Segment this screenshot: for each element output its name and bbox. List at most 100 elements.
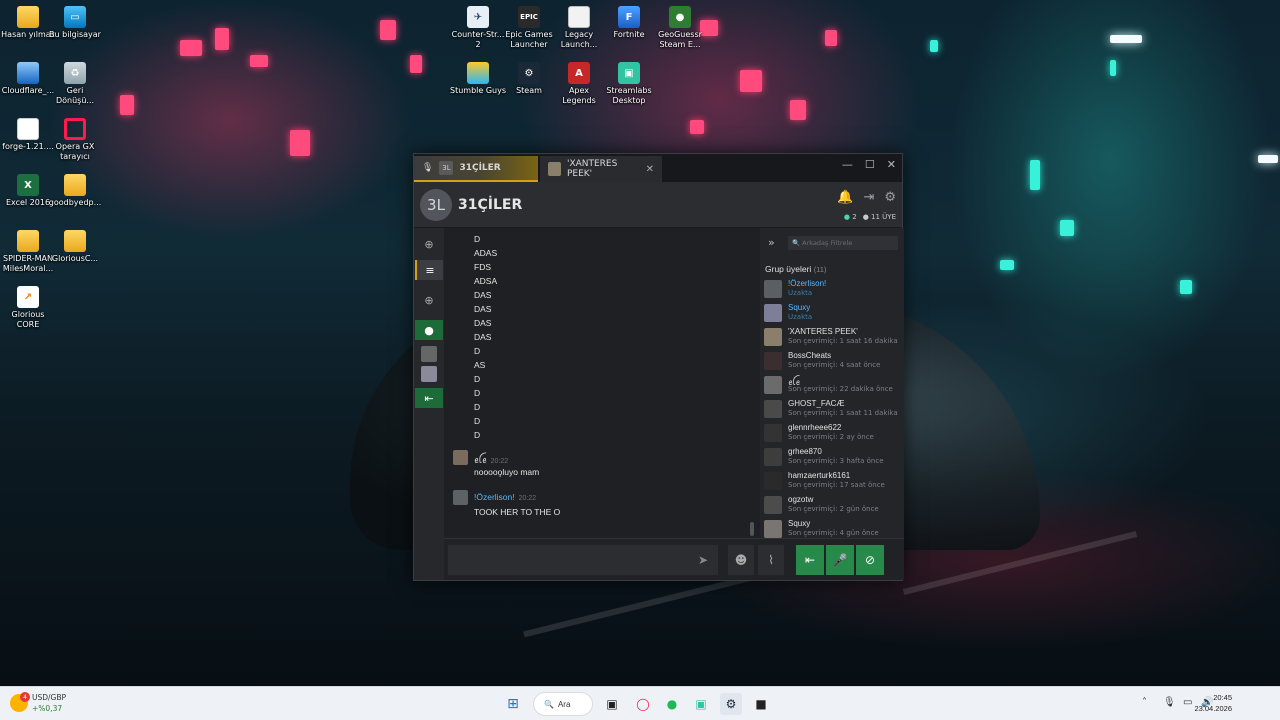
maximize-button[interactable]: ☐ [865, 158, 875, 171]
settings-icon[interactable]: ⚙ [884, 190, 896, 205]
computer-icon: ▭ [64, 6, 86, 28]
member-avatar [764, 280, 782, 298]
message-author-avatar[interactable] [453, 490, 468, 505]
voice-channel-button[interactable]: ● [415, 320, 443, 340]
clock[interactable]: 20:45 23.04.2026 [1194, 692, 1232, 714]
message-line: D [474, 416, 481, 426]
member-item[interactable]: glennrheee622 Son çevrimiçi: 2 ay önce [764, 422, 904, 444]
message-author-avatar[interactable] [453, 450, 468, 465]
member-avatar [764, 448, 782, 466]
channel-rail: ⊕ ≡ ⊕ ● ⇤ [414, 228, 444, 580]
message-line: D [474, 234, 481, 244]
user-avatar [548, 162, 561, 176]
collapse-members-icon[interactable]: » [768, 236, 775, 249]
desktop-icon-gloriousc[interactable]: GloriousC... [47, 230, 103, 264]
tab-xanteres-peek[interactable]: 'XANTERES PEEK' ✕ [540, 156, 662, 182]
apex-legends-icon: A [568, 62, 590, 84]
desktop-icon-epic-games[interactable]: EPIC Epic Games Launcher [501, 6, 557, 50]
desktop-icon-steam[interactable]: ⚙ Steam [501, 62, 557, 96]
fortnite-icon: F [618, 6, 640, 28]
desktop-icon-goodbyedp[interactable]: goodbyedp... [47, 174, 103, 208]
member-avatar [764, 352, 782, 370]
message-scrollbar[interactable] [750, 522, 754, 536]
message-author[interactable]: !Özerlison! 20:22 [474, 492, 536, 502]
leave-voice-icon[interactable]: ⇤ [796, 545, 824, 575]
opera-gx-taskbar-icon[interactable]: ◯ [632, 693, 654, 715]
member-item[interactable]: GHOST_FACÆ Son çevrimiçi: 1 saat 11 daki… [764, 398, 904, 420]
deafen-icon[interactable]: ⊘ [856, 545, 884, 575]
desktop-icon-geoguessr[interactable]: ● GeoGuessr Steam E... [652, 6, 708, 50]
task-view-icon[interactable]: ▣ [601, 693, 623, 715]
desktop-icon-glorious-core[interactable]: ↗ Glorious CORE [0, 286, 56, 330]
microphone-icon[interactable]: 🎙 [1163, 697, 1176, 708]
member-item[interactable]: !Özerlison! Uzakta [764, 278, 904, 300]
desktop-icon-opera-gx[interactable]: Opera GX tarayıcı [47, 118, 103, 162]
glorious-core-icon: ↗ [17, 286, 39, 308]
network-icon[interactable]: ▭ [1183, 697, 1192, 708]
streamlabs-taskbar-icon[interactable]: ▣ [690, 693, 712, 715]
start-icon[interactable]: ⊞ [502, 693, 524, 715]
close-tab-icon[interactable]: ✕ [646, 164, 654, 175]
desktop-icon-recycle-bin[interactable]: ♻ Geri Dönüşü... [47, 62, 103, 106]
window-controls: — ☐ ✕ [842, 158, 896, 171]
group-name: 31ÇİLER [458, 196, 523, 213]
member-count: 11 ÜYE [871, 213, 896, 221]
message-time: 20:22 [518, 495, 537, 502]
member-item[interactable]: 'XANTERES PEEK' Son çevrimiçi: 1 saat 16… [764, 326, 904, 348]
epic-games-taskbar-icon[interactable]: ■ [750, 693, 772, 715]
message-line: ADSA [474, 276, 498, 286]
member-item[interactable]: ogzotw Son çevrimiçi: 2 gün önce [764, 494, 904, 516]
text-channel-button[interactable]: ≡ [415, 260, 443, 280]
add-voice-channel-icon[interactable]: ⊕ [415, 290, 443, 310]
recycle-bin-icon: ♻ [64, 62, 86, 84]
message-line: DAS [474, 290, 492, 300]
member-item[interactable]: Squxy Son çevrimiçi: 4 gün önce [764, 518, 904, 540]
add-friend-icon[interactable]: ⇥ [863, 190, 874, 205]
member-item[interactable]: BossCheats Son çevrimiçi: 4 saat önce [764, 350, 904, 372]
tab-group-avatar: 3L [439, 161, 454, 175]
spotify-icon[interactable]: ● [661, 693, 683, 715]
add-text-channel-icon[interactable]: ⊕ [415, 234, 443, 254]
group-avatar[interactable]: 3L [420, 188, 452, 221]
members-panel: » 🔍 Arkadaş Filtrele Grup üyeleri (11) !… [760, 228, 904, 540]
leave-voice-button[interactable]: ⇤ [415, 388, 443, 408]
title-bar[interactable]: 🎙 3L 31ÇİLER 'XANTERES PEEK' ✕ — ☐ ✕ [414, 154, 902, 182]
stumble-guys-icon [467, 62, 489, 84]
chevron-up-icon[interactable]: ˄ [1142, 697, 1147, 708]
mute-mic-icon[interactable]: 🎤 [826, 545, 854, 575]
tab-label: 31ÇİLER [459, 163, 501, 173]
taskbar-search[interactable]: 🔍 Ara [533, 692, 593, 716]
members-header: Grup üyeleri (11) [765, 264, 827, 274]
message-line: D [474, 430, 481, 440]
desktop-icon-apex[interactable]: A Apex Legends [551, 62, 607, 106]
steam-chat-window: 🎙 3L 31ÇİLER 'XANTERES PEEK' ✕ — ☐ ✕ 3L … [413, 153, 904, 581]
steam-taskbar-icon[interactable]: ⚙ [720, 693, 742, 715]
voice-member-avatar [421, 346, 437, 362]
voice-icon: 🎙 [422, 163, 434, 173]
desktop-icon-streamlabs[interactable]: ▣ Streamlabs Desktop [601, 62, 657, 106]
attach-icon[interactable]: ⌇ [758, 545, 784, 575]
bell-icon[interactable]: 🔔 [837, 190, 853, 205]
message-input[interactable] [448, 545, 688, 575]
member-item[interactable]: ꫀꪶꫀ Son çevrimiçi: 22 dakika önce [764, 374, 904, 396]
minimize-button[interactable]: — [842, 158, 853, 171]
ticker-change: +%0,37 [32, 704, 63, 713]
taskbar: 4 USD/GBP +%0,37 ⊞ 🔍 Ara ▣ ◯ ● ▣ ⚙ ■ ˄ 🎙 … [0, 686, 1280, 720]
desktop-icon-bu-bilgisayar[interactable]: ▭ Bu bilgisayar [47, 6, 103, 40]
streamlabs-icon: ▣ [618, 62, 640, 84]
desktop-icon-legacy-launcher[interactable]: Legacy Launch... [551, 6, 607, 50]
desktop-icon-stumble-guys[interactable]: Stumble Guys [450, 62, 506, 96]
desktop-icon-fortnite[interactable]: F Fortnite [601, 6, 657, 40]
legacy-launcher-icon [568, 6, 590, 28]
ticker-pair: USD/GBP [32, 693, 67, 702]
member-item[interactable]: Squxy Uzakta [764, 302, 904, 324]
desktop-icon-counter-strike[interactable]: ✈ Counter-Str... 2 [450, 6, 506, 50]
member-search-input[interactable]: 🔍 Arkadaş Filtrele [788, 236, 898, 250]
close-button[interactable]: ✕ [887, 158, 896, 171]
folder-icon [64, 174, 86, 196]
emoticon-icon[interactable]: ☻ [728, 545, 754, 575]
send-icon[interactable]: ➤ [688, 545, 718, 575]
tab-31ciler[interactable]: 🎙 3L 31ÇİLER [414, 156, 538, 182]
member-item[interactable]: grhee870 Son çevrimiçi: 3 hafta önce [764, 446, 904, 468]
member-item[interactable]: hamzaerturk6161 Son çevrimiçi: 17 saat ö… [764, 470, 904, 492]
